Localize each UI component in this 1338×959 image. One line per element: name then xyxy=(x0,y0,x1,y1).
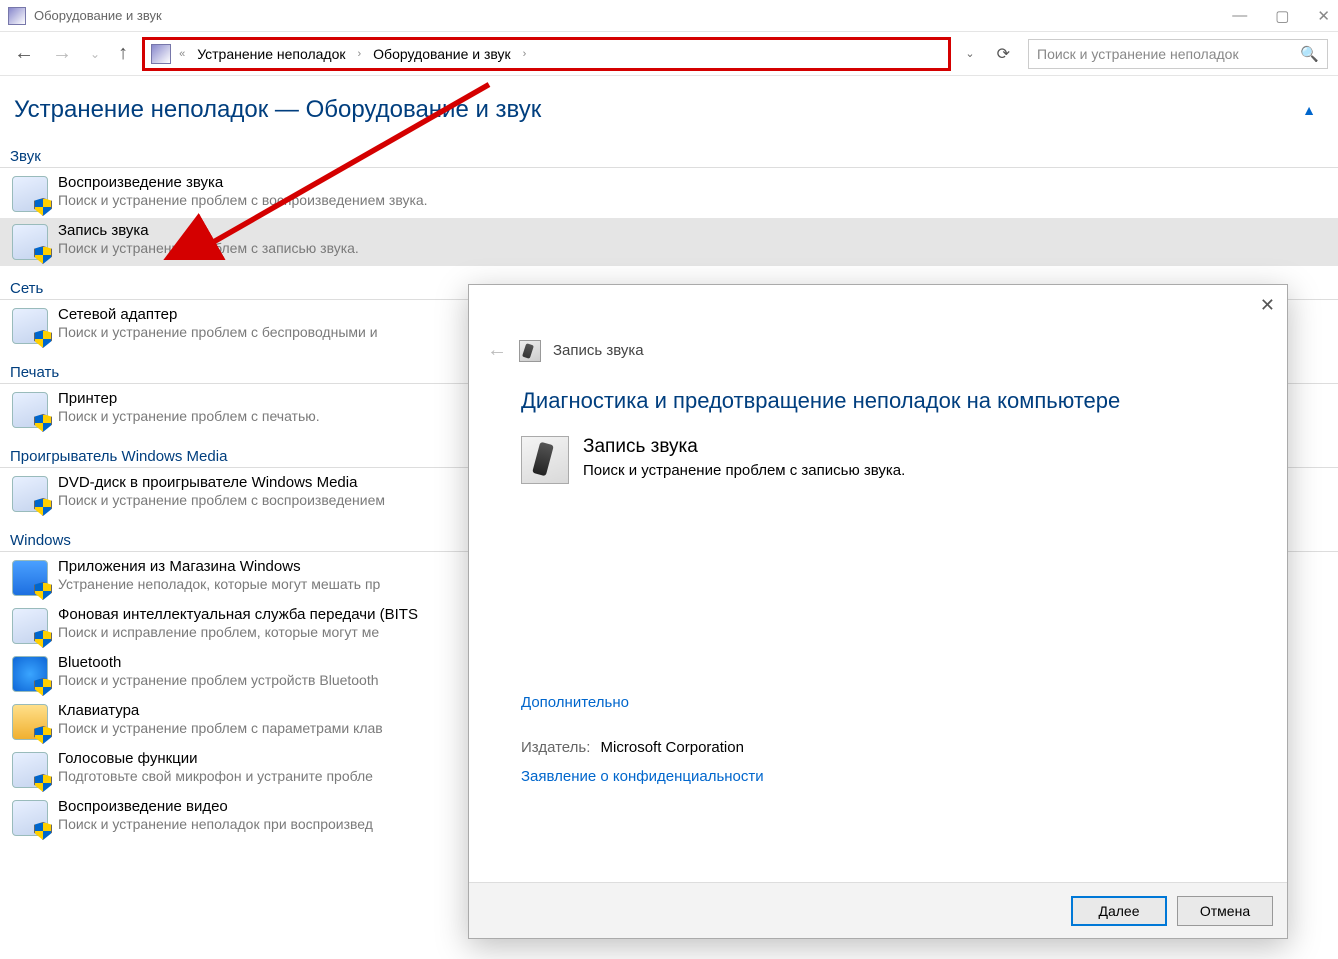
microphone-icon xyxy=(10,222,50,262)
troubleshooter-playback[interactable]: Воспроизведение звука Поиск и устранение… xyxy=(0,170,1338,218)
close-button[interactable]: ✕ xyxy=(1317,7,1330,25)
next-button[interactable]: Далее xyxy=(1071,896,1167,926)
publisher-label: Издатель: xyxy=(521,739,590,756)
ts-title: Голосовые функции xyxy=(58,750,373,767)
search-icon: 🔍 xyxy=(1300,45,1319,63)
ts-title: Сетевой адаптер xyxy=(58,306,378,323)
category-sound: Звук xyxy=(0,134,1338,168)
address-dropdown-icon[interactable]: ⌄ xyxy=(961,47,978,60)
video-icon xyxy=(10,798,50,838)
maximize-button[interactable]: ▢ xyxy=(1275,7,1289,25)
ts-desc: Поиск и устранение проблем с воспроизвед… xyxy=(58,492,385,508)
ts-desc: Поиск и устранение проблем с параметрами… xyxy=(58,720,383,736)
bluetooth-icon xyxy=(10,654,50,694)
ts-desc: Поиск и устранение проблем с беспроводны… xyxy=(58,324,378,340)
ts-desc: Поиск и устранение проблем с печатью. xyxy=(58,408,320,424)
wizard-item-title: Запись звука xyxy=(583,436,905,458)
wizard-close-button[interactable]: ✕ xyxy=(1260,295,1275,316)
ts-title: Запись звука xyxy=(58,222,359,239)
ts-title: Принтер xyxy=(58,390,320,407)
troubleshooter-wizard: ✕ ← Запись звука Диагностика и предотвра… xyxy=(468,284,1288,939)
wizard-advanced-link[interactable]: Дополнительно xyxy=(521,694,1235,711)
store-icon xyxy=(10,558,50,598)
wizard-header: ← Запись звука xyxy=(469,331,1287,370)
breadcrumb-icon xyxy=(151,44,171,64)
wizard-privacy-link[interactable]: Заявление о конфиденциальности xyxy=(521,768,1235,785)
nav-back-icon[interactable]: ← xyxy=(10,42,38,65)
microphone-icon xyxy=(521,436,569,484)
refresh-icon[interactable]: ⟳ xyxy=(989,44,1018,64)
breadcrumb[interactable]: « Устранение неполадок › Оборудование и … xyxy=(142,37,951,71)
ts-desc: Поиск и устранение проблем устройств Blu… xyxy=(58,672,379,688)
ts-title: DVD-диск в проигрывателе Windows Media xyxy=(58,474,385,491)
ts-title: Воспроизведение видео xyxy=(58,798,373,815)
nav-up-icon[interactable]: ↑ xyxy=(114,42,132,65)
ts-desc: Устранение неполадок, которые могут меша… xyxy=(58,576,380,592)
ts-desc: Поиск и устранение проблем с записью зву… xyxy=(58,240,359,256)
publisher-value: Microsoft Corporation xyxy=(601,739,744,756)
breadcrumb-item-1[interactable]: Устранение неполадок xyxy=(193,44,349,64)
nav-recent-dropdown[interactable]: ⌄ xyxy=(86,47,104,61)
dvd-icon xyxy=(10,474,50,514)
wizard-body: Диагностика и предотвращение неполадок н… xyxy=(469,370,1287,882)
ts-title: Приложения из Магазина Windows xyxy=(58,558,380,575)
breadcrumb-separator-icon: › xyxy=(521,48,529,60)
wizard-back-icon[interactable]: ← xyxy=(487,339,507,362)
app-icon xyxy=(8,7,26,25)
ts-title: Фоновая интеллектуальная служба передачи… xyxy=(58,606,418,623)
troubleshooter-recording[interactable]: Запись звука Поиск и устранение проблем … xyxy=(0,218,1338,266)
breadcrumb-item-2[interactable]: Оборудование и звук xyxy=(369,44,515,64)
search-input[interactable]: Поиск и устранение неполадок 🔍 xyxy=(1028,39,1328,69)
speech-icon xyxy=(10,750,50,790)
window-title: Оборудование и звук xyxy=(34,8,1232,23)
titlebar: Оборудование и звук — ▢ ✕ xyxy=(0,0,1338,32)
network-icon xyxy=(10,306,50,346)
search-placeholder: Поиск и устранение неполадок xyxy=(1037,46,1239,62)
nav-row: ← → ⌄ ↑ « Устранение неполадок › Оборудо… xyxy=(0,32,1338,76)
scroll-up-icon[interactable]: ▲ xyxy=(1302,102,1316,118)
microphone-icon xyxy=(519,340,541,362)
ts-desc: Поиск и исправление проблем, которые мог… xyxy=(58,624,418,640)
wizard-footer: Далее Отмена xyxy=(469,882,1287,938)
speaker-icon xyxy=(10,174,50,214)
minimize-button[interactable]: — xyxy=(1232,7,1247,25)
wizard-item-desc: Поиск и устранение проблем с записью зву… xyxy=(583,462,905,479)
cancel-button[interactable]: Отмена xyxy=(1177,896,1273,926)
breadcrumb-chevron-icon: « xyxy=(177,48,187,60)
breadcrumb-separator-icon: › xyxy=(356,48,364,60)
ts-title: Bluetooth xyxy=(58,654,379,671)
ts-desc: Подготовьте свой микрофон и устраните пр… xyxy=(58,768,373,784)
wizard-header-title: Запись звука xyxy=(553,342,644,359)
ts-title: Воспроизведение звука xyxy=(58,174,428,191)
printer-icon xyxy=(10,390,50,430)
window-controls: — ▢ ✕ xyxy=(1232,7,1330,25)
keyboard-icon xyxy=(10,702,50,742)
ts-desc: Поиск и устранение неполадок при воспрои… xyxy=(58,816,373,832)
ts-title: Клавиатура xyxy=(58,702,383,719)
bits-icon xyxy=(10,606,50,646)
page-title: Устранение неполадок — Оборудование и зв… xyxy=(0,78,1338,134)
wizard-heading: Диагностика и предотвращение неполадок н… xyxy=(521,388,1235,414)
wizard-publisher: Издатель: Microsoft Corporation xyxy=(521,739,1235,756)
ts-desc: Поиск и устранение проблем с воспроизвед… xyxy=(58,192,428,208)
nav-forward-icon[interactable]: → xyxy=(48,42,76,65)
